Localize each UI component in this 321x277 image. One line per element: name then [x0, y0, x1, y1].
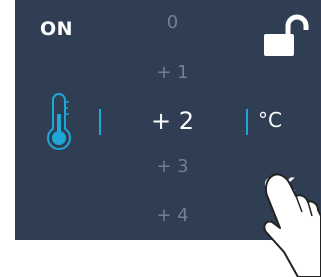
temperature-unit-label: °C — [258, 108, 282, 132]
thermometer-icon — [47, 93, 71, 150]
unlocked-padlock-icon[interactable] — [262, 14, 310, 56]
picker-option[interactable]: + 4 — [125, 205, 220, 226]
picker-left-divider — [99, 109, 101, 135]
picker-selected-option[interactable]: + 2 — [125, 107, 220, 135]
offset-value-picker[interactable]: 0 + 1 + 2 + 3 + 4 — [125, 0, 220, 240]
power-status-label[interactable]: ON — [40, 18, 73, 40]
picker-option[interactable]: + 1 — [125, 62, 220, 83]
pointing-hand-icon — [263, 173, 321, 277]
picker-option[interactable]: 0 — [125, 12, 220, 33]
picker-option[interactable]: + 3 — [125, 156, 220, 177]
picker-right-divider — [246, 109, 248, 135]
